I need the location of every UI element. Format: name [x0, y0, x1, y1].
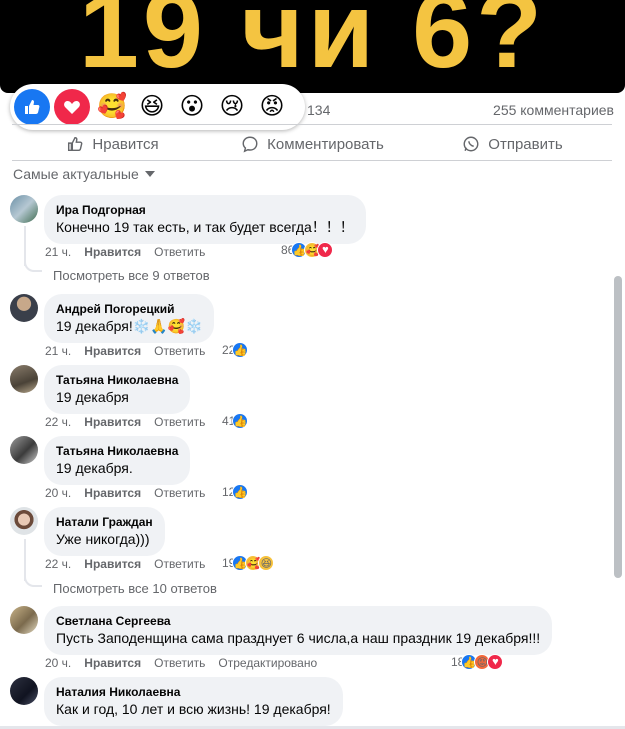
- angry-icon[interactable]: 😡: [254, 89, 290, 125]
- comment-button-label: Комментировать: [267, 135, 384, 153]
- comment-time[interactable]: 20 ч.: [45, 656, 71, 670]
- comment-reply-link[interactable]: Ответить: [154, 344, 205, 358]
- comment-meta: 21 ч. Нравится Ответить: [45, 344, 218, 358]
- avatar[interactable]: [10, 507, 38, 535]
- wow-icon[interactable]: 😮: [174, 89, 210, 125]
- comment-meta: 22 ч. Нравится Ответить: [45, 415, 218, 429]
- comment-text: 19 декабря.: [56, 460, 133, 476]
- haha-icon[interactable]: 😆: [134, 89, 170, 125]
- comment-text: Конечно 19 так есть, и так будет всегда！…: [56, 219, 354, 235]
- comment-reactions[interactable]: 22 👍: [222, 342, 249, 358]
- avatar[interactable]: [10, 195, 38, 223]
- comment-sort-dropdown[interactable]: Самые актуальные: [13, 166, 155, 182]
- haha-icon: 😆: [258, 555, 275, 571]
- like-icon: 👍: [232, 484, 249, 500]
- comment-bubble: Натали Граждан Уже никогда))): [44, 507, 165, 556]
- comment-like-link[interactable]: Нравится: [84, 656, 141, 670]
- like-button-label: Нравится: [92, 135, 159, 153]
- comment-text: 19 декабря: [56, 389, 129, 405]
- sort-label: Самые актуальные: [13, 166, 139, 182]
- caret-down-icon: [144, 171, 155, 177]
- scrollbar[interactable]: [614, 276, 622, 578]
- comment-bubble: Наталия Николаевна Как и год, 10 лет и в…: [44, 677, 343, 726]
- avatar[interactable]: [10, 677, 38, 705]
- thread-curve: [24, 262, 42, 272]
- comment-like-link[interactable]: Нравится: [84, 415, 141, 429]
- comment-bubble: Татьяна Николаевна 19 декабря.: [44, 436, 191, 485]
- comment-meta: 21 ч. Нравится Ответить: [45, 245, 218, 259]
- view-replies-link[interactable]: Посмотреть все 9 ответов: [53, 268, 210, 283]
- post-actions: Нравится Комментировать Отправить: [12, 129, 612, 159]
- comment-text: Пусть Заподенщина сама празднует 6 числа…: [56, 630, 541, 646]
- comment-time[interactable]: 22 ч.: [45, 415, 71, 429]
- comment-reply-link[interactable]: Ответить: [154, 656, 205, 670]
- speech-bubble-icon: [240, 134, 260, 154]
- comment-text: Уже никогда))): [56, 531, 150, 547]
- love-icon[interactable]: [54, 89, 90, 125]
- comment-bubble: Ира Подгорная Конечно 19 так есть, и так…: [44, 195, 366, 244]
- thread-line: [24, 539, 26, 581]
- comment-time[interactable]: 22 ч.: [45, 557, 71, 571]
- whatsapp-icon: [461, 134, 481, 154]
- comment-count[interactable]: 255 комментариев: [493, 102, 614, 118]
- view-replies-link[interactable]: Посмотреть все 10 ответов: [53, 581, 217, 596]
- comment-author[interactable]: Наталия Николаевна: [56, 684, 331, 700]
- comment-edited-label[interactable]: Отредактировано: [218, 656, 317, 670]
- comment-bubble: Андрей Погорецкий 19 декабря!❄️🙏🥰❄️: [44, 294, 215, 343]
- like-icon: 👍: [232, 342, 249, 358]
- comment-like-link[interactable]: Нравится: [84, 245, 141, 259]
- reaction-count[interactable]: 134: [307, 102, 330, 118]
- comment-author[interactable]: Светлана Сергеева: [56, 613, 540, 629]
- comment-reactions[interactable]: 86 👍 🥰 ♥: [281, 242, 334, 258]
- comment-reply-link[interactable]: Ответить: [154, 245, 205, 259]
- comment-author[interactable]: Ира Подгорная: [56, 202, 354, 218]
- comment-bubble: Татьяна Николаевна 19 декабря: [44, 365, 191, 414]
- divider-top: [12, 124, 612, 125]
- comment-text: 19 декабря!❄️🙏🥰❄️: [56, 318, 203, 334]
- post-image-text: 19 чи 6?: [78, 0, 547, 90]
- comment-button[interactable]: Комментировать: [212, 129, 412, 159]
- avatar[interactable]: [10, 436, 38, 464]
- share-button-label: Отправить: [488, 135, 563, 153]
- comment-reactions[interactable]: 19 👍 🥰 😆: [222, 555, 275, 571]
- thread-line: [24, 226, 26, 266]
- post-image[interactable]: 19 чи 6?: [0, 0, 625, 93]
- comment-author[interactable]: Натали Граждан: [56, 514, 153, 530]
- love-icon: ♥: [317, 242, 334, 258]
- like-button[interactable]: Нравится: [12, 129, 212, 159]
- sad-icon[interactable]: 😢: [214, 89, 250, 125]
- comment-time[interactable]: 21 ч.: [45, 344, 71, 358]
- avatar[interactable]: [10, 606, 38, 634]
- comment-text: Как и год, 10 лет и всю жизнь! 19 декабр…: [56, 701, 331, 717]
- comment-bubble: Светлана Сергеева Пусть Заподенщина сама…: [44, 606, 553, 655]
- like-icon: 👍: [232, 413, 249, 429]
- comment-reply-link[interactable]: Ответить: [154, 557, 205, 571]
- avatar[interactable]: [10, 294, 38, 322]
- avatar[interactable]: [10, 365, 38, 393]
- care-icon[interactable]: 🥰: [94, 89, 130, 125]
- comment-like-link[interactable]: Нравится: [84, 557, 141, 571]
- comment-time[interactable]: 20 ч.: [45, 486, 71, 500]
- comment-meta: 20 ч. Нравится Ответить: [45, 486, 218, 500]
- comment-reply-link[interactable]: Ответить: [154, 415, 205, 429]
- comment-like-link[interactable]: Нравится: [84, 344, 141, 358]
- thread-curve: [24, 577, 42, 587]
- divider-bottom: [12, 160, 612, 161]
- love-icon: ♥: [487, 654, 504, 670]
- comment-author[interactable]: Татьяна Николаевна: [56, 372, 178, 388]
- comment-reactions[interactable]: 41 👍: [222, 413, 249, 429]
- like-icon[interactable]: [14, 89, 50, 125]
- comment-like-link[interactable]: Нравится: [84, 486, 141, 500]
- thumbs-up-icon: [65, 134, 85, 154]
- comment-meta: 20 ч. Нравится Ответить Отредактировано: [45, 656, 330, 670]
- comment-meta: 22 ч. Нравится Ответить: [45, 557, 218, 571]
- share-button[interactable]: Отправить: [412, 129, 612, 159]
- comment-reactions[interactable]: 18 👍 😡 ♥: [451, 654, 504, 670]
- comment-reply-link[interactable]: Ответить: [154, 486, 205, 500]
- comment-time[interactable]: 21 ч.: [45, 245, 71, 259]
- comment-author[interactable]: Татьяна Николаевна: [56, 443, 178, 459]
- comment-reactions[interactable]: 12 👍: [222, 484, 249, 500]
- comment-author[interactable]: Андрей Погорецкий: [56, 301, 202, 317]
